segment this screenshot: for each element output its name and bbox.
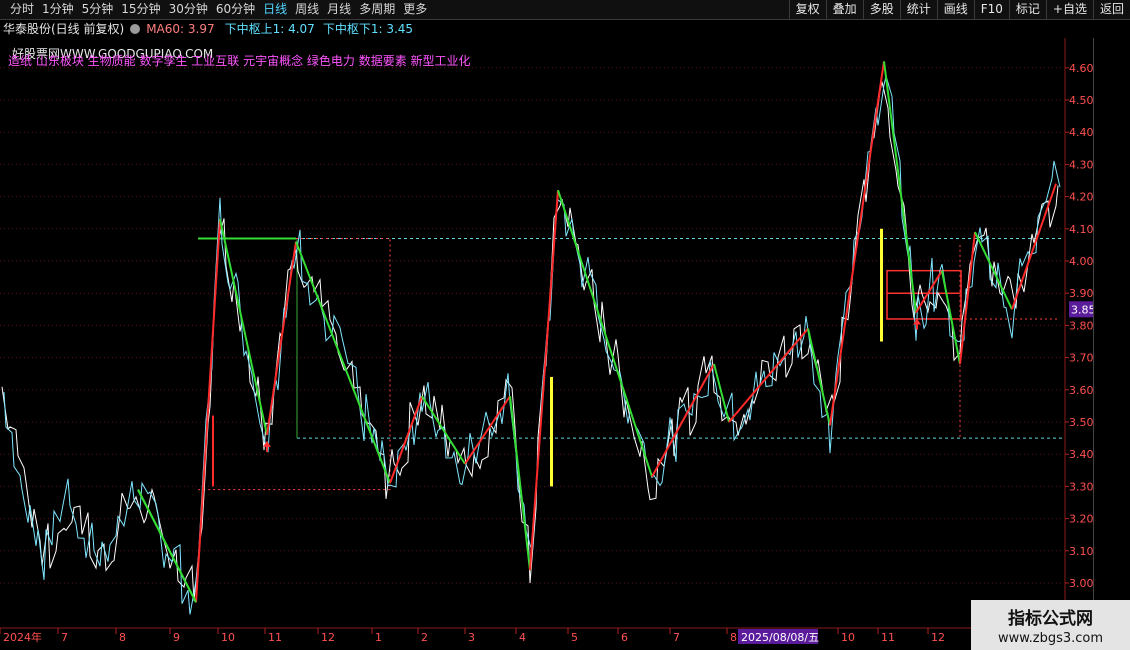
toolbar-button-7[interactable]: +自选 <box>1045 0 1093 19</box>
right-side-panel <box>1093 38 1130 628</box>
y-tick-label: 4.50 <box>1069 94 1093 107</box>
period-tab-8[interactable]: 月线 <box>323 0 355 19</box>
period-tab-3[interactable]: 15分钟 <box>117 0 164 19</box>
zigzag-segment <box>651 363 715 478</box>
toolbar-button-6[interactable]: 标记 <box>1008 0 1046 19</box>
x-tick-label: 10 <box>221 631 235 644</box>
period-tab-0[interactable]: 分时 <box>6 0 38 19</box>
zigzag-segment <box>941 270 961 365</box>
zigzag-segment <box>295 241 391 484</box>
period-tabs: 分时 1分钟 5分钟 15分钟 30分钟 60分钟 日线 周线 月线 多周期 更多 <box>6 0 431 19</box>
y-tick-label: 3.90 <box>1069 287 1093 300</box>
zigzag-segment <box>195 219 221 603</box>
zs-box-1 <box>196 237 391 491</box>
x-tick-label: 7 <box>61 631 68 644</box>
x-tick-label: 8 <box>119 631 126 644</box>
y-tick-label: 3.80 <box>1069 319 1093 332</box>
zigzag-segment <box>464 395 511 465</box>
zigzag-segment <box>529 190 559 571</box>
logo-line2: www.zbgs3.com <box>997 631 1104 646</box>
period-tab-6[interactable]: 日线 <box>259 0 291 19</box>
period-tab-5[interactable]: 60分钟 <box>212 0 259 19</box>
site-logo: 指标公式网 www.zbgs3.com <box>971 600 1130 650</box>
x-tick-label: 7 <box>673 631 680 644</box>
x-tick-label: 2024年 <box>3 630 42 644</box>
zigzag-segment-early <box>137 489 197 603</box>
x-tick-label: 2 <box>421 631 428 644</box>
period-tab-7[interactable]: 周线 <box>291 0 323 19</box>
zs-upper-readout: 下中枢上1: 4.07 <box>224 22 315 36</box>
y-tick-label: 3.20 <box>1069 513 1093 526</box>
x-tick-label: 9 <box>173 631 180 644</box>
x-tick-label: 10 <box>841 631 855 644</box>
y-tick-label: 4.60 <box>1069 62 1093 75</box>
y-tick-label: 3.10 <box>1069 545 1093 558</box>
date-tag: 2025/08/08/五 <box>741 631 819 644</box>
x-tick-label: 5 <box>571 631 578 644</box>
y-tick-label: 3.70 <box>1069 352 1093 365</box>
toolbar-button-5[interactable]: F10 <box>973 0 1009 19</box>
period-tab-10[interactable]: 更多 <box>399 0 431 19</box>
x-tick-label: 4 <box>519 631 526 644</box>
zigzag-segment <box>1011 183 1057 310</box>
x-tick-label: 12 <box>931 631 945 644</box>
x-tick-label: 11 <box>268 631 282 644</box>
period-tab-1[interactable]: 1分钟 <box>38 0 78 19</box>
zigzag-segment <box>959 231 976 365</box>
y-tick-label: 4.20 <box>1069 191 1093 204</box>
toolbar: 分时 1分钟 5分钟 15分钟 30分钟 60分钟 日线 周线 月线 多周期 更多 复权 叠加 多股 统计… <box>0 0 1130 20</box>
zigzag-segment <box>728 327 809 423</box>
zigzag-segment <box>557 189 653 478</box>
period-tab-4[interactable]: 30分钟 <box>165 0 212 19</box>
kline-chart[interactable]: 3.00 3.10 3.20 3.30 3.40 3.50 3.60 3.70 3.80 3.90… <box>0 38 1093 650</box>
toolbar-button-8[interactable]: 返回 <box>1092 0 1130 19</box>
highlight-bar <box>550 376 553 487</box>
y-tick-label: 3.50 <box>1069 416 1093 429</box>
toolbar-buttons: 复权 叠加 多股 统计 画线 F10 标记 +自选 返回 <box>788 0 1130 19</box>
zigzag-segment <box>829 61 885 426</box>
y-tick-label: 3.60 <box>1069 384 1093 397</box>
x-tick-label: 3 <box>468 631 475 644</box>
zigzag-segment <box>883 61 917 313</box>
y-tick-label: 4.00 <box>1069 255 1093 268</box>
toolbar-button-2[interactable]: 多股 <box>862 0 900 19</box>
x-tick-label: 12 <box>321 631 335 644</box>
toolbar-button-0[interactable]: 复权 <box>788 0 826 19</box>
toolbar-button-4[interactable]: 画线 <box>936 0 974 19</box>
x-tick-label: 8 <box>730 631 737 644</box>
x-tick-label: 11 <box>881 631 895 644</box>
zigzag-segment <box>219 218 268 436</box>
y-tick-label: 3.30 <box>1069 480 1093 493</box>
y-tick-label: 4.30 <box>1069 158 1093 171</box>
y-tick-label: 3.40 <box>1069 448 1093 461</box>
period-tab-9[interactable]: 多周期 <box>355 0 399 19</box>
zigzag-segment <box>807 328 831 426</box>
info-bar: 华泰股份(日线 前复权) MA60: 3.97 下中枢上1: 4.07 下中枢下… <box>0 19 413 38</box>
x-tick-label: 1 <box>375 631 382 644</box>
red-bar <box>212 415 214 487</box>
zigzag-segment <box>974 231 1013 310</box>
price-tag: 3.85 <box>1071 303 1093 316</box>
zs-lower-readout: 下中枢下1: 3.45 <box>322 22 414 36</box>
x-tick-label: 6 <box>621 631 628 644</box>
period-tab-2[interactable]: 5分钟 <box>78 0 118 19</box>
toolbar-button-1[interactable]: 叠加 <box>825 0 863 19</box>
y-tick-label: 4.10 <box>1069 223 1093 236</box>
zigzag-segment <box>389 395 423 484</box>
toolbar-button-3[interactable]: 统计 <box>899 0 937 19</box>
highlight-bar <box>880 228 883 342</box>
ma60-readout: MA60: 3.97 <box>146 21 215 36</box>
logo-line1: 指标公式网 <box>1008 609 1093 629</box>
y-tick-label: 3.00 <box>1069 577 1093 590</box>
stock-title[interactable]: 华泰股份(日线 前复权) <box>0 20 124 37</box>
settings-gear-icon[interactable] <box>130 23 141 34</box>
zigzag-segment <box>266 241 297 436</box>
y-tick-label: 4.40 <box>1069 126 1093 139</box>
